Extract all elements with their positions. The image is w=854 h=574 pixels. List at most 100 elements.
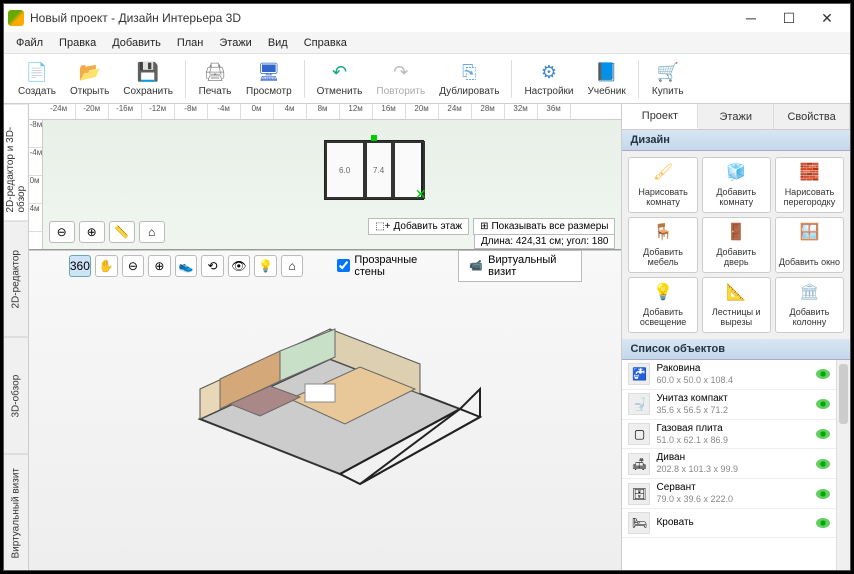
object-Сервант[interactable]: 🗄Сервант79.0 x 39.6 x 222.0 [622,479,836,509]
design-Добавить-мебель[interactable]: 🪑Добавить мебель [628,217,697,273]
design-Нарисовать-комнату[interactable]: 🖌Нарисовать комнату [628,157,697,213]
orbit-button[interactable]: 360 [69,255,92,277]
rtab-Свойства[interactable]: Свойства [774,104,850,129]
design-Добавить-дверь[interactable]: 🚪Добавить дверь [702,217,771,273]
floor-plan-2d[interactable]: 6.0 7.4 ✕ [324,140,424,200]
design-Добавить-освещение[interactable]: 💡Добавить освещение [628,277,697,333]
ruler-horizontal: -24м-20м-16м-12м-8м-4м0м4м8м12м16м20м24м… [29,104,622,120]
room-1[interactable]: 6.0 [325,141,365,199]
virtual-visit-button[interactable]: 📹Виртуальный визит [458,250,581,282]
design-Добавить-комнату[interactable]: 🧊Добавить комнату [702,157,771,213]
minimize-button[interactable]: ─ [732,4,770,32]
view-2d[interactable]: -8м-4м0м4м 6.0 7.4 ✕ ⊖ ⊕ 📏 ⌂ ⬚+Добавить [29,120,622,250]
visibility-icon[interactable] [816,429,830,439]
model-3d[interactable] [160,289,490,509]
redo-icon: ↷ [389,60,413,84]
menu-Файл[interactable]: Файл [8,35,51,51]
buy-button[interactable]: 🛒Купить [645,58,691,99]
visibility-icon[interactable] [816,459,830,469]
ruler-vertical: -8м-4м0м4м [29,120,43,249]
create-icon: 📄 [25,60,49,84]
scrollbar-thumb[interactable] [839,364,848,424]
menu-План[interactable]: План [169,35,212,51]
home-3d-button[interactable]: ⌂ [281,255,304,277]
rotate-button[interactable]: ⟲ [201,255,224,277]
zoom-in-button[interactable]: ⊕ [79,221,105,243]
undo-button[interactable]: ↶Отменить [311,58,369,99]
vtab-3[interactable]: Виртуальный визит [4,454,28,571]
open-button[interactable]: 📂Открыть [64,58,115,99]
menu-Вид[interactable]: Вид [260,35,296,51]
view-button[interactable]: 🖥Просмотр [240,58,298,99]
design-icon: 🪑 [652,222,674,244]
walk-button[interactable]: 👟 [175,255,198,277]
camera-button[interactable]: 👁 [228,255,251,277]
vtab-0[interactable]: 2D-редактор и 3D-обзор [4,104,28,221]
objects-list: 🚰Раковина60.0 x 50.0 x 108.4🚽Унитаз комп… [622,360,836,570]
visibility-icon[interactable] [816,369,830,379]
add-floor-icon: ⬚+ [375,221,390,232]
room-2[interactable]: 7.4 [365,141,393,199]
print-button[interactable]: 🖨Печать [192,58,238,99]
create-button[interactable]: 📄Создать [12,58,62,99]
buy-icon: 🛒 [656,60,680,84]
handle-icon[interactable] [371,135,377,141]
zoom-out-3d-button[interactable]: ⊖ [122,255,145,277]
rtab-Этажи[interactable]: Этажи [698,104,774,129]
design-Лестницы-и-вырезы[interactable]: 📐Лестницы и вырезы [702,277,771,333]
menu-Справка[interactable]: Справка [296,35,355,51]
design-Нарисовать-перегородку[interactable]: 🧱Нарисовать перегородку [775,157,844,213]
open-icon: 📂 [78,60,102,84]
object-icon: 🛋 [628,453,650,475]
mini-tools-2d: ⊖ ⊕ 📏 ⌂ [49,221,165,243]
window-title: Новый проект - Дизайн Интерьера 3D [30,11,241,25]
design-icon: 🪟 [798,222,820,244]
settings-button[interactable]: ⚙Настройки [518,58,579,99]
camera-icon: 📹 [469,259,483,272]
menu-Добавить[interactable]: Добавить [104,35,169,51]
menu-Этажи[interactable]: Этажи [211,35,259,51]
design-icon: 🏛 [798,282,820,304]
object-Унитаз компакт[interactable]: 🚽Унитаз компакт35.6 x 56.5 x 71.2 [622,390,836,420]
visibility-icon[interactable] [816,518,830,528]
dup-icon: ⎘ [457,60,481,84]
titlebar: Новый проект - Дизайн Интерьера 3D ─ ☐ ✕ [4,4,850,32]
dup-button[interactable]: ⎘Дублировать [433,58,505,99]
view-3d[interactable]: 360 ✋ ⊖ ⊕ 👟 ⟲ 👁 💡 ⌂ Прозрачные стены 📹Ви… [29,250,622,570]
menu-Правка[interactable]: Правка [51,35,104,51]
design-Добавить-окно[interactable]: 🪟Добавить окно [775,217,844,273]
object-Диван[interactable]: 🛋Диван202.8 x 101.3 x 99.9 [622,449,836,479]
redo-button[interactable]: ↷Повторить [370,58,431,99]
visibility-icon[interactable] [816,399,830,409]
design-icon: 🚪 [725,222,747,244]
design-icon: 🧱 [798,162,820,184]
maximize-button[interactable]: ☐ [770,4,808,32]
light-button[interactable]: 💡 [254,255,277,277]
zoom-out-button[interactable]: ⊖ [49,221,75,243]
visibility-icon[interactable] [816,489,830,499]
transparent-walls-checkbox[interactable]: Прозрачные стены [337,254,434,278]
canvas-area: -24м-20м-16м-12м-8м-4м0м4м8м12м16м20м24м… [29,104,622,570]
close-button[interactable]: ✕ [808,4,846,32]
measure-button[interactable]: 📏 [109,221,135,243]
design-grid: 🖌Нарисовать комнату🧊Добавить комнату🧱Нар… [622,151,850,339]
object-Раковина[interactable]: 🚰Раковина60.0 x 50.0 x 108.4 [622,360,836,390]
settings-icon: ⚙ [537,60,561,84]
zoom-in-3d-button[interactable]: ⊕ [148,255,171,277]
vtab-1[interactable]: 2D-редактор [4,221,28,338]
show-dims-button[interactable]: ⊞Показывать все размеры [473,218,615,235]
rtab-Проект[interactable]: Проект [622,104,698,129]
object-Кровать[interactable]: 🛏Кровать [622,509,836,538]
add-floor-button[interactable]: ⬚+Добавить этаж [368,218,469,235]
object-icon: ▢ [628,423,650,445]
tutorial-button[interactable]: 📘Учебник [582,58,632,99]
pan-button[interactable]: ✋ [95,255,118,277]
scrollbar[interactable] [836,360,850,570]
object-Газовая плита[interactable]: ▢Газовая плита51.0 x 62.1 x 86.9 [622,420,836,450]
object-icon: 🚽 [628,393,650,415]
design-Добавить-колонну[interactable]: 🏛Добавить колонну [775,277,844,333]
save-button[interactable]: 💾Сохранить [117,58,179,99]
measure-info: Длина: 424,31 см; угол: 180 [474,234,615,249]
vtab-2[interactable]: 3D-обзор [4,337,28,454]
home-button[interactable]: ⌂ [139,221,165,243]
